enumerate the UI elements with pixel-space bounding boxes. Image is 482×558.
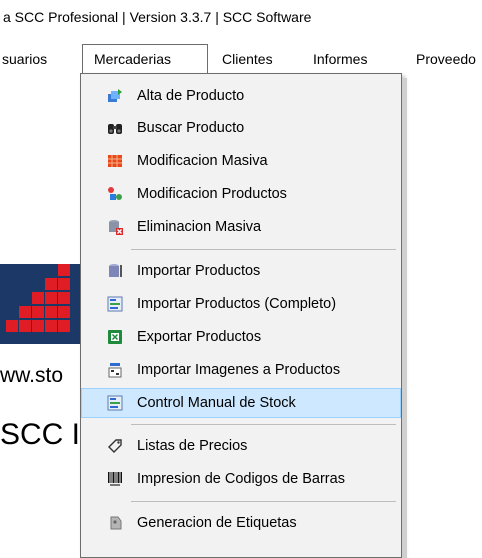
menu-item-label: Importar Imagenes a Productos	[137, 362, 341, 378]
app-logo	[0, 264, 80, 344]
menu-item-label: Modificacion Productos	[137, 186, 287, 202]
menu-item-label: Importar Productos (Completo)	[137, 296, 337, 312]
label-icon	[110, 516, 122, 530]
background-website-text: ww.sto	[0, 364, 64, 387]
menu-item-control-manual-stock[interactable]: Control Manual de Stock	[81, 388, 401, 418]
menu-item-listas-precios[interactable]: Listas de Precios	[81, 431, 401, 461]
menu-item-importar-productos-completo[interactable]: Importar Productos (Completo)	[81, 289, 401, 319]
menu-item-importar-imagenes[interactable]: Importar Imagenes a Productos	[81, 355, 401, 385]
tag-icon	[108, 439, 122, 453]
window-title: a SCC Profesional | Version 3.3.7 | SCC …	[3, 9, 312, 25]
barcode-icon	[108, 472, 122, 486]
menu-item-label: Control Manual de Stock	[137, 395, 296, 411]
menu-item-label: Importar Productos	[137, 263, 261, 279]
menu-item-label: Buscar Producto	[137, 120, 245, 136]
menu-item-buscar-producto[interactable]: Buscar Producto	[81, 113, 401, 143]
menu-separator	[131, 424, 396, 425]
title-bar: a SCC Profesional | Version 3.3.7 | SCC …	[0, 0, 482, 34]
add-product-icon	[108, 89, 122, 102]
grid-icon	[108, 155, 122, 167]
menu-item-label: Generacion de Etiquetas	[137, 515, 297, 531]
stock-icon	[107, 395, 123, 411]
menu-usuarios[interactable]: suarios	[2, 44, 47, 74]
menu-bar: suarios Mercaderias Clientes Informes Pr…	[0, 44, 482, 74]
excel-icon	[108, 330, 122, 344]
menu-item-label: Eliminacion Masiva	[137, 219, 262, 235]
menu-item-alta-producto[interactable]: Alta de Producto	[81, 81, 401, 111]
menu-item-label: Modificacion Masiva	[137, 153, 268, 169]
menu-item-importar-productos[interactable]: Importar Productos	[81, 256, 401, 286]
menu-informes[interactable]: Informes	[313, 44, 367, 74]
background-app-name: SCC I	[0, 418, 81, 451]
edit-products-icon	[108, 187, 122, 200]
mercaderias-dropdown-menu: Alta de Producto Buscar Producto Modific…	[80, 73, 407, 558]
binoculars-icon	[108, 124, 122, 134]
menu-proveedores[interactable]: Proveedo	[416, 44, 476, 74]
menu-clientes[interactable]: Clientes	[222, 44, 273, 74]
menu-item-label: Impresion de Codigos de Barras	[137, 471, 345, 487]
menu-item-generacion-etiquetas[interactable]: Generacion de Etiquetas	[81, 508, 401, 538]
menu-item-label: Alta de Producto	[137, 88, 245, 104]
menu-item-label: Listas de Precios	[137, 438, 248, 454]
menu-mercaderias[interactable]: Mercaderias	[82, 44, 208, 74]
menu-item-exportar-productos[interactable]: Exportar Productos	[81, 322, 401, 352]
menu-separator	[131, 249, 396, 250]
import-icon	[109, 264, 122, 277]
menu-shadow	[402, 78, 407, 558]
menu-item-codigos-barras[interactable]: Impresion de Codigos de Barras	[81, 464, 401, 494]
menu-separator	[131, 501, 396, 502]
image-import-icon	[108, 363, 122, 378]
menu-item-label: Exportar Productos	[137, 329, 262, 345]
import-full-icon	[107, 296, 123, 312]
menu-item-modificacion-masiva[interactable]: Modificacion Masiva	[81, 146, 401, 176]
delete-icon	[109, 220, 123, 235]
menu-item-eliminacion-masiva[interactable]: Eliminacion Masiva	[81, 212, 401, 242]
menu-item-modificacion-productos[interactable]: Modificacion Productos	[81, 179, 401, 209]
